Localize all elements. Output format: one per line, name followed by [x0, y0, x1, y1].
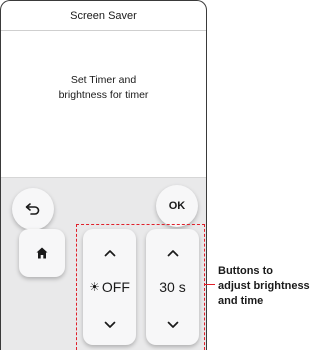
sun-icon: ☀: [89, 280, 100, 294]
callout-line-2: adjust brightness: [218, 280, 310, 292]
callout-leader-line: [205, 284, 215, 285]
home-icon: [36, 247, 48, 259]
time-up-button[interactable]: [146, 243, 199, 263]
page-title: Screen Saver: [1, 1, 206, 31]
brightness-label: OFF: [101, 279, 130, 295]
home-button[interactable]: [19, 229, 65, 277]
callout-line-1: Buttons to: [218, 265, 273, 277]
time-value: 30 s: [159, 279, 186, 295]
message-line-2: brightness for timer: [58, 89, 149, 101]
callout-text: Buttons to adjust brightness and time: [218, 264, 324, 309]
control-panel: OK ☀ OFF 30 s: [1, 177, 206, 350]
back-button[interactable]: [12, 188, 54, 230]
brightness-up-button[interactable]: [83, 243, 136, 263]
time-stepper: 30 s: [146, 229, 199, 345]
back-arrow-icon: [25, 203, 40, 215]
chevron-down-icon: [104, 321, 115, 328]
screen-message: Set Timer and brightness for timer: [1, 73, 206, 103]
device-screen: Screen Saver Set Timer and brightness fo…: [0, 0, 207, 350]
chevron-up-icon: [167, 250, 178, 257]
time-down-button[interactable]: [146, 315, 199, 335]
ok-button[interactable]: OK: [156, 185, 198, 227]
chevron-up-icon: [104, 250, 115, 257]
chevron-down-icon: [167, 321, 178, 328]
brightness-stepper: ☀ OFF: [83, 229, 136, 345]
callout-line-3: and time: [218, 295, 264, 307]
brightness-down-button[interactable]: [83, 315, 136, 335]
message-line-1: Set Timer and: [70, 74, 137, 86]
brightness-value: ☀ OFF: [83, 277, 136, 297]
